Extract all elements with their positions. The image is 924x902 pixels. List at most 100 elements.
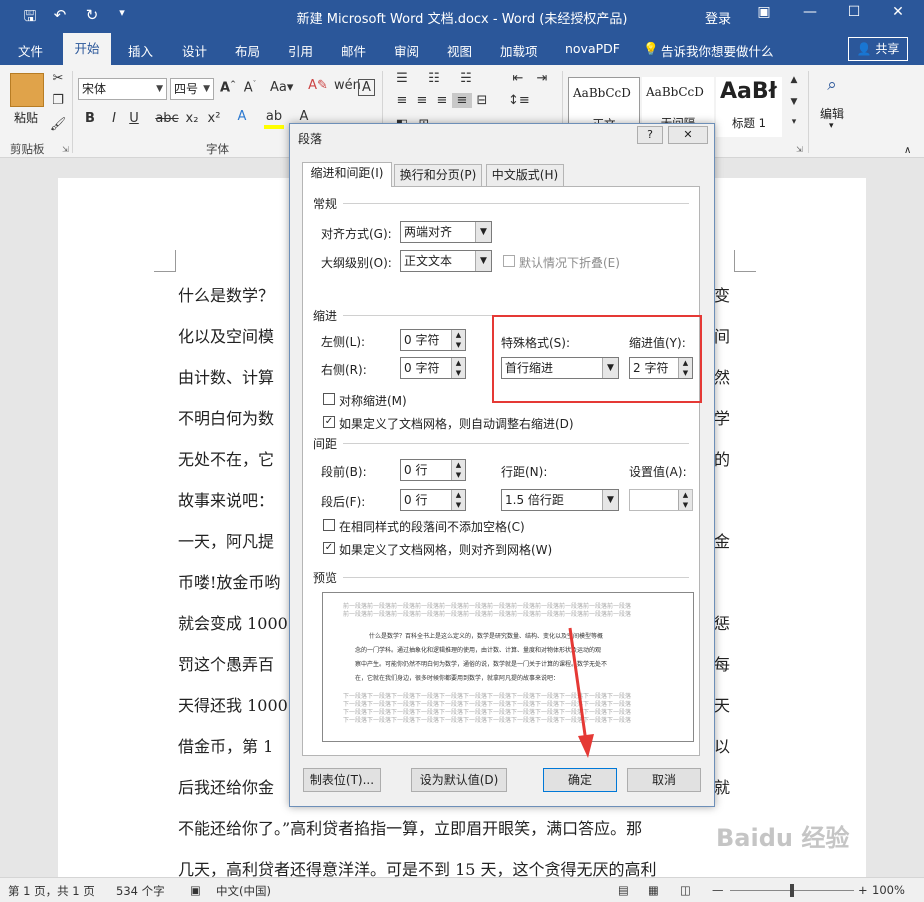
tab-design[interactable]: 设计 <box>182 41 207 60</box>
align-right-icon[interactable]: ≡ <box>432 93 452 108</box>
strikethrough-icon[interactable]: abc <box>154 111 180 126</box>
text-effects-icon[interactable]: A <box>232 109 252 124</box>
space-before-spinner[interactable]: 0 行 ▲ ▼ <box>400 459 466 481</box>
underline-icon[interactable]: U <box>124 111 144 126</box>
clipboard-launcher-icon[interactable]: ⇲ <box>62 145 69 154</box>
set-default-button[interactable]: 设为默认值(D) <box>411 768 507 792</box>
shrink-font-icon[interactable]: Aˇ <box>240 80 260 95</box>
zoom-in-icon[interactable]: + <box>858 883 868 897</box>
cut-icon[interactable]: ✂ <box>48 71 68 86</box>
cancel-button[interactable]: 取消 <box>627 768 701 792</box>
web-layout-icon[interactable]: ◫ <box>680 883 691 897</box>
word-count[interactable]: 534 个字 <box>116 883 165 899</box>
mirror-indent-checkbox[interactable] <box>323 393 335 405</box>
spin-up-icon[interactable]: ▲ <box>451 330 465 340</box>
clear-format-icon[interactable]: A✎ <box>308 78 328 93</box>
styles-launcher-icon[interactable]: ⇲ <box>796 145 803 154</box>
decrease-indent-icon[interactable]: ⇤ <box>508 71 528 86</box>
space-after-spinner[interactable]: 0 行 ▲ ▼ <box>400 489 466 511</box>
bullets-icon[interactable]: ☰ <box>392 71 412 86</box>
tab-layout[interactable]: 布局 <box>235 41 260 60</box>
multilevel-list-icon[interactable]: ☵ <box>456 71 476 86</box>
left-indent-spinner[interactable]: 0 字符 ▲ ▼ <box>400 329 466 351</box>
tab-addins[interactable]: 加载项 <box>500 41 538 60</box>
tab-indents-spacing[interactable]: 缩进和间距(I) <box>302 162 392 187</box>
ribbon-display-icon[interactable]: ▣ <box>750 4 778 20</box>
tell-me-box[interactable]: 告诉我你想要做什么 <box>661 41 774 60</box>
char-border-icon[interactable]: A <box>358 79 375 96</box>
spin-down-icon[interactable]: ▼ <box>451 340 465 350</box>
tab-novapdf[interactable]: novaPDF <box>565 41 620 56</box>
zoom-out-icon[interactable]: — <box>712 883 724 897</box>
spin-down-icon[interactable]: ▼ <box>451 368 465 378</box>
align-center-icon[interactable]: ≡ <box>412 93 432 108</box>
tab-line-page-breaks[interactable]: 换行和分页(P) <box>394 164 482 186</box>
page-count[interactable]: 第 1 页，共 1 页 <box>8 883 95 899</box>
language[interactable]: 中文(中国) <box>216 883 271 899</box>
change-case-icon[interactable]: Aa▾ <box>270 80 293 95</box>
styles-scroll-down-icon[interactable]: ▼ <box>784 97 804 107</box>
spin-up-icon[interactable]: ▲ <box>451 490 465 500</box>
read-mode-icon[interactable]: ▤ <box>618 883 629 897</box>
tab-view[interactable]: 视图 <box>447 41 472 60</box>
highlight-icon[interactable]: ab <box>264 109 284 129</box>
spin-down-icon[interactable]: ▼ <box>678 500 692 510</box>
maximize-icon[interactable]: ☐ <box>840 4 868 20</box>
login-link[interactable]: 登录 <box>705 8 731 27</box>
collapse-ribbon-icon[interactable]: ∧ <box>904 145 911 156</box>
format-painter-icon[interactable]: 🖌 <box>48 117 68 132</box>
no-space-same-style-checkbox[interactable] <box>323 519 335 531</box>
font-name-combo[interactable]: 宋体 ▼ <box>78 78 167 100</box>
subscript-icon[interactable]: x₂ <box>182 111 202 126</box>
styles-more-icon[interactable]: ▾ <box>784 117 804 127</box>
spin-up-icon[interactable]: ▲ <box>451 460 465 470</box>
superscript-icon[interactable]: x² <box>204 111 224 126</box>
line-spacing-icon[interactable]: ↕≡ <box>508 93 530 108</box>
styles-scroll-up-icon[interactable]: ▲ <box>784 75 804 85</box>
collapse-checkbox[interactable] <box>503 255 515 267</box>
proofing-icon[interactable]: ▣ <box>190 883 201 897</box>
style-heading-1[interactable]: AaBł 标题 1 <box>716 77 782 137</box>
phonetic-guide-icon[interactable]: wén <box>334 78 361 93</box>
zoom-slider-thumb[interactable] <box>790 884 794 897</box>
search-icon[interactable]: ⌕ <box>822 75 842 95</box>
tab-home[interactable]: 开始 <box>63 33 111 65</box>
bold-icon[interactable]: B <box>80 111 100 126</box>
spin-up-icon[interactable]: ▲ <box>451 358 465 368</box>
tab-mailings[interactable]: 邮件 <box>341 41 366 60</box>
minimize-icon[interactable]: — <box>796 4 824 20</box>
share-button[interactable]: 👤 共享 <box>848 37 908 61</box>
font-size-combo[interactable]: 四号 ▼ <box>170 78 214 100</box>
print-layout-icon[interactable]: ▦ <box>648 883 659 897</box>
justify-icon[interactable]: ≡ <box>452 93 472 108</box>
spin-down-icon[interactable]: ▼ <box>451 470 465 480</box>
numbering-icon[interactable]: ☷ <box>424 71 444 86</box>
help-button[interactable]: ? <box>637 126 663 144</box>
copy-icon[interactable]: ❐ <box>48 93 68 108</box>
increase-indent-icon[interactable]: ⇥ <box>532 71 552 86</box>
at-spinner[interactable]: ▲ ▼ <box>629 489 693 511</box>
zoom-level[interactable]: 100% <box>872 883 905 897</box>
tab-references[interactable]: 引用 <box>288 41 313 60</box>
snap-to-grid-checkbox[interactable]: ✓ <box>323 542 335 554</box>
paste-button[interactable]: 粘贴 <box>14 109 38 126</box>
grow-font-icon[interactable]: A^ <box>218 80 238 95</box>
italic-icon[interactable]: I <box>104 111 124 126</box>
tab-insert[interactable]: 插入 <box>128 41 153 60</box>
alignment-select[interactable]: 两端对齐 ▼ <box>400 221 492 243</box>
spin-up-icon[interactable]: ▲ <box>678 490 692 500</box>
tab-asian-typography[interactable]: 中文版式(H) <box>486 164 564 186</box>
auto-right-indent-checkbox[interactable]: ✓ <box>323 416 335 428</box>
ok-button[interactable]: 确定 <box>543 768 617 792</box>
tabs-button[interactable]: 制表位(T)... <box>303 768 381 792</box>
right-indent-spinner[interactable]: 0 字符 ▲ ▼ <box>400 357 466 379</box>
tab-file[interactable]: 文件 <box>18 41 43 60</box>
line-spacing-select[interactable]: 1.5 倍行距 ▼ <box>501 489 619 511</box>
outline-level-select[interactable]: 正文文本 ▼ <box>400 250 492 272</box>
tab-review[interactable]: 审阅 <box>394 41 419 60</box>
paste-icon[interactable] <box>10 73 44 107</box>
editing-button[interactable]: 编辑 <box>820 105 844 122</box>
align-left-icon[interactable]: ≡ <box>392 93 412 108</box>
close-icon[interactable]: ✕ <box>884 4 912 20</box>
spin-down-icon[interactable]: ▼ <box>451 500 465 510</box>
